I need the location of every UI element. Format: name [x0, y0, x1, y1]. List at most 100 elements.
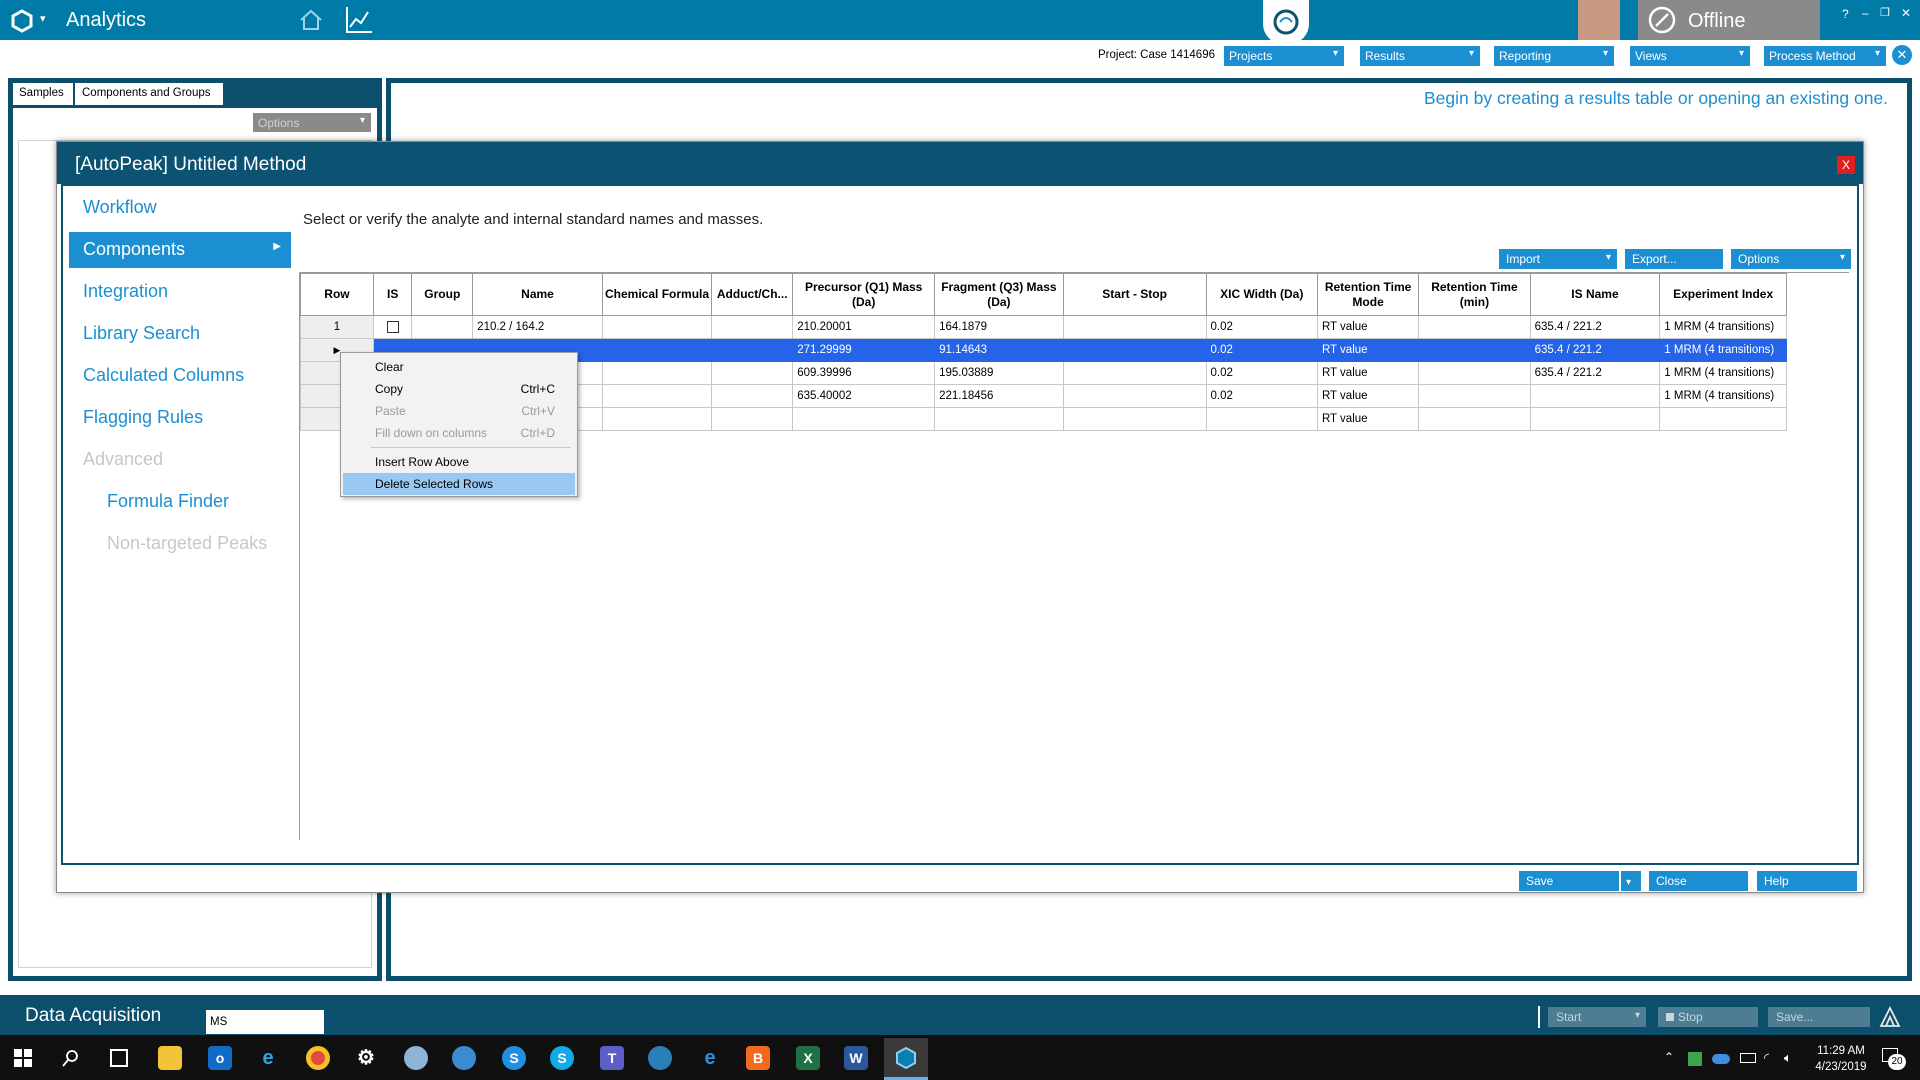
- col-header[interactable]: Retention Time Mode: [1316, 273, 1420, 316]
- word-icon[interactable]: W: [844, 1046, 868, 1070]
- nav-workflow[interactable]: Workflow: [69, 190, 291, 226]
- xic-width-cell[interactable]: 0.02: [1205, 384, 1318, 408]
- start-stop-cell[interactable]: [1062, 361, 1207, 385]
- col-header[interactable]: Fragment (Q3) Mass (Da): [934, 273, 1064, 316]
- rt-cell[interactable]: [1418, 338, 1531, 362]
- reporting-dropdown[interactable]: Reporting ▾: [1494, 46, 1614, 66]
- is-checkbox[interactable]: [386, 320, 399, 333]
- rt-cell[interactable]: [1418, 407, 1531, 431]
- start-stop-cell[interactable]: [1062, 315, 1207, 339]
- col-header[interactable]: Precursor (Q1) Mass (Da): [792, 273, 936, 316]
- help-button[interactable]: Help: [1757, 871, 1857, 891]
- left-options-dropdown[interactable]: Options ▾: [253, 113, 371, 132]
- windows-start-icon[interactable]: [14, 1049, 32, 1067]
- rt-cell[interactable]: [1418, 384, 1531, 408]
- search-icon[interactable]: [62, 1049, 80, 1067]
- paint-icon[interactable]: [404, 1046, 428, 1070]
- start-stop-cell[interactable]: [1062, 338, 1207, 362]
- save-dropdown-button[interactable]: ▾: [1621, 871, 1641, 891]
- onedrive-icon[interactable]: [1712, 1054, 1730, 1064]
- results-dropdown[interactable]: Results ▾: [1360, 46, 1480, 66]
- start-stop-cell[interactable]: [1062, 407, 1207, 431]
- clock[interactable]: 11:29 AM 4/23/2019: [1806, 1043, 1876, 1075]
- xic-width-cell[interactable]: 0.02: [1205, 361, 1318, 385]
- xic-width-cell[interactable]: [1205, 407, 1318, 431]
- adduct-cell[interactable]: [711, 384, 794, 408]
- app-feedback-icon[interactable]: [648, 1046, 672, 1070]
- col-header[interactable]: Name: [472, 273, 603, 316]
- wifi-icon[interactable]: ◜: [1764, 1050, 1769, 1066]
- export-button[interactable]: Export...: [1625, 249, 1723, 269]
- outlook-icon[interactable]: o: [208, 1046, 232, 1070]
- experiment-index-cell[interactable]: 1 MRM (4 transitions): [1659, 338, 1787, 362]
- xic-width-cell[interactable]: 0.02: [1205, 315, 1318, 339]
- app-menu-chevron-icon[interactable]: ▾: [40, 12, 46, 25]
- tray-app-icon[interactable]: [1688, 1052, 1702, 1066]
- nav-components[interactable]: Components ▶: [69, 232, 291, 268]
- col-header[interactable]: IS Name: [1529, 273, 1661, 316]
- close-button[interactable]: Close: [1649, 871, 1748, 891]
- maximize-button[interactable]: ❐: [1880, 6, 1890, 19]
- excel-icon[interactable]: X: [796, 1046, 820, 1070]
- experiment-index-cell[interactable]: 1 MRM (4 transitions): [1659, 315, 1787, 339]
- precursor-cell[interactable]: 271.29999: [792, 338, 936, 362]
- rt-mode-cell[interactable]: RT value: [1316, 384, 1420, 408]
- tray-chevron-up-icon[interactable]: ⌃: [1664, 1050, 1674, 1064]
- adduct-cell[interactable]: [711, 361, 794, 385]
- nav-library-search[interactable]: Library Search: [69, 316, 291, 352]
- col-header[interactable]: Start - Stop: [1062, 273, 1207, 316]
- chart-icon[interactable]: [344, 5, 374, 35]
- formula-cell[interactable]: [601, 407, 713, 431]
- is-name-cell[interactable]: [1529, 407, 1661, 431]
- menu-item-clear[interactable]: Clear: [343, 356, 575, 378]
- rt-mode-cell[interactable]: RT value: [1316, 361, 1420, 385]
- rt-cell[interactable]: [1418, 361, 1531, 385]
- name-cell[interactable]: 210.2 / 164.2: [472, 315, 603, 339]
- col-header[interactable]: Adduct/Ch...: [711, 273, 794, 316]
- experiment-index-cell[interactable]: 1 MRM (4 transitions): [1659, 384, 1787, 408]
- teams-icon[interactable]: T: [600, 1046, 624, 1070]
- menu-item-copy[interactable]: Copy Ctrl+C: [343, 378, 575, 400]
- col-header[interactable]: Group: [411, 273, 474, 316]
- nav-calculated-columns[interactable]: Calculated Columns: [69, 358, 291, 394]
- col-header[interactable]: XIC Width (Da): [1205, 273, 1318, 316]
- start-stop-cell[interactable]: [1062, 384, 1207, 408]
- views-dropdown[interactable]: Views ▾: [1630, 46, 1750, 66]
- task-view-icon[interactable]: [110, 1049, 128, 1067]
- group-cell[interactable]: [411, 315, 474, 339]
- formula-cell[interactable]: [601, 361, 713, 385]
- formula-cell[interactable]: [601, 338, 713, 362]
- import-dropdown[interactable]: Import ▾: [1499, 249, 1617, 269]
- experiment-index-cell[interactable]: 1 MRM (4 transitions): [1659, 361, 1787, 385]
- close-circle-icon[interactable]: ✕: [1892, 45, 1912, 65]
- edge-icon[interactable]: e: [698, 1046, 722, 1070]
- acquisition-status-icon[interactable]: [1878, 1005, 1902, 1029]
- col-header[interactable]: IS: [372, 273, 413, 316]
- adduct-cell[interactable]: [711, 315, 794, 339]
- adduct-cell[interactable]: [711, 407, 794, 431]
- minimize-button[interactable]: –: [1862, 6, 1869, 20]
- col-header[interactable]: Retention Time (min): [1418, 273, 1531, 316]
- start-dropdown[interactable]: Start ▾: [1548, 1007, 1646, 1027]
- nav-flagging-rules[interactable]: Flagging Rules: [69, 400, 291, 436]
- save-button[interactable]: Save: [1519, 871, 1619, 891]
- formula-cell[interactable]: [601, 315, 713, 339]
- file-explorer-icon[interactable]: [158, 1046, 182, 1070]
- status-panel[interactable]: Offline: [1638, 0, 1820, 40]
- app-logo-icon[interactable]: [10, 9, 34, 33]
- close-window-button[interactable]: ✕: [1901, 6, 1911, 20]
- col-header[interactable]: Experiment Index: [1659, 273, 1787, 316]
- battery-icon[interactable]: [1740, 1053, 1756, 1063]
- fragment-cell[interactable]: 164.1879: [934, 315, 1064, 339]
- is-name-cell[interactable]: 635.4 / 221.2: [1529, 315, 1661, 339]
- projects-dropdown[interactable]: Projects ▾: [1224, 46, 1344, 66]
- fragment-cell[interactable]: 91.14643: [934, 338, 1064, 362]
- is-name-cell[interactable]: 635.4 / 221.2: [1529, 361, 1661, 385]
- precursor-cell[interactable]: 609.39996: [792, 361, 936, 385]
- rt-cell[interactable]: [1418, 315, 1531, 339]
- ms-field[interactable]: MS: [206, 1010, 324, 1034]
- is-cell[interactable]: [372, 315, 413, 339]
- rt-mode-cell[interactable]: RT value: [1316, 407, 1420, 431]
- globe-icon[interactable]: [452, 1046, 476, 1070]
- precursor-cell[interactable]: 635.40002: [792, 384, 936, 408]
